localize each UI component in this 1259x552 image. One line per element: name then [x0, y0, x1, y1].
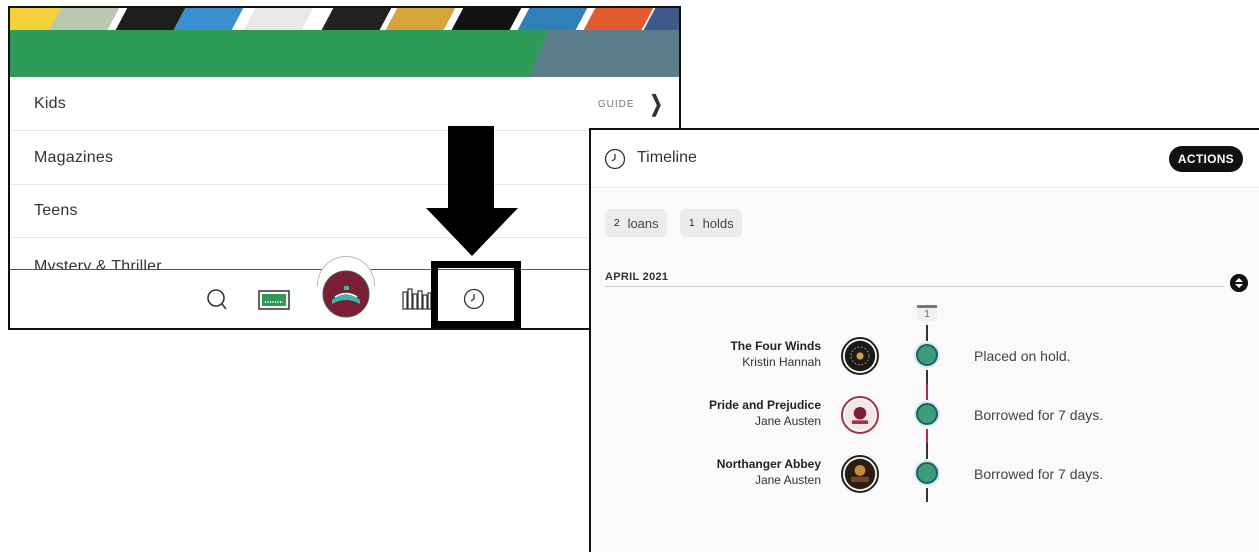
timeline-node	[916, 403, 938, 425]
shelf-icon[interactable]	[402, 286, 432, 310]
cover-thumbnail[interactable]	[319, 8, 395, 30]
event-description: Placed on hold.	[974, 348, 1071, 364]
actions-button[interactable]: ACTIONS	[1168, 146, 1243, 172]
book-title[interactable]: Pride and Prejudice	[709, 398, 821, 412]
loans-icon[interactable]	[258, 289, 290, 311]
timeline-event[interactable]: Northanger Abbey Jane Austen Borrowed fo…	[591, 443, 1259, 509]
day-marker: 1	[917, 305, 937, 321]
timeline-header: Timeline ACTIONS	[591, 130, 1259, 188]
guide-link[interactable]: GUIDE ❯	[598, 77, 665, 131]
book-author[interactable]: Jane Austen	[755, 414, 821, 428]
book-cover-thumbnail[interactable]	[841, 337, 879, 375]
book-title[interactable]: The Four Winds	[730, 339, 821, 353]
loans-label: loans	[627, 215, 659, 231]
menu-item-label: Teens	[34, 201, 78, 219]
loans-filter-chip[interactable]: 2 loans	[605, 209, 667, 237]
menu-item-label: Magazines	[34, 148, 114, 166]
cover-thumbnail[interactable]	[449, 8, 525, 30]
library-home-screen: Kids GUIDE ❯ Magazines Teens Mystery & T…	[8, 6, 681, 330]
cover-thumbnail[interactable]	[171, 8, 247, 30]
timeline-connector	[926, 488, 928, 502]
home-icon[interactable]	[322, 270, 370, 318]
timeline-connector	[926, 429, 928, 443]
search-icon[interactable]	[206, 288, 228, 312]
timeline-node	[916, 462, 938, 484]
timeline-body: 2 loans 1 holds APRIL 2021 1 The Four Wi…	[591, 189, 1259, 552]
cover-thumbnail[interactable]	[383, 8, 459, 30]
bottom-navigation-bar	[10, 256, 679, 328]
clock-icon	[604, 148, 626, 170]
holds-label: holds	[702, 215, 734, 231]
featured-covers-strip[interactable]	[10, 8, 679, 30]
cover-thumbnail[interactable]	[241, 8, 317, 30]
page-title: Timeline	[637, 149, 697, 166]
timeline-connector	[926, 384, 928, 400]
chevron-right-icon: ❯	[649, 91, 663, 116]
timeline-connector	[926, 325, 928, 341]
book-author[interactable]: Jane Austen	[755, 473, 821, 487]
menu-item-label: Kids	[34, 94, 66, 112]
menu-item-kids[interactable]: Kids GUIDE ❯	[10, 77, 679, 131]
loans-count: 2	[614, 217, 620, 229]
timeline-event[interactable]: The Four Winds Kristin Hannah Placed on …	[591, 325, 1259, 391]
event-description: Borrowed for 7 days.	[974, 407, 1104, 423]
book-cover-thumbnail[interactable]	[841, 396, 879, 434]
event-description: Borrowed for 7 days.	[974, 466, 1104, 482]
month-label: APRIL 2021	[605, 271, 669, 283]
down-arrow-annotation	[426, 126, 518, 256]
menu-item-teens[interactable]: Teens	[10, 184, 679, 238]
expand-collapse-icon[interactable]	[1230, 274, 1248, 292]
cover-thumbnail[interactable]	[47, 8, 123, 30]
timeline-event[interactable]: Pride and Prejudice Jane Austen Borrowed…	[591, 384, 1259, 450]
book-cover-thumbnail[interactable]	[841, 455, 879, 493]
timeline-connector	[926, 443, 928, 459]
holds-count: 1	[689, 217, 695, 229]
holds-filter-chip[interactable]: 1 holds	[680, 209, 742, 237]
guide-label: GUIDE	[597, 98, 635, 110]
timeline-connector	[926, 370, 928, 384]
month-section-header: APRIL 2021	[605, 269, 1225, 287]
menu-item-magazines[interactable]: Magazines	[10, 131, 679, 185]
cover-thumbnail[interactable]	[515, 8, 591, 30]
timeline-panel: Timeline ACTIONS 2 loans 1 holds APRIL 2…	[589, 128, 1259, 552]
banner-accent	[529, 30, 679, 77]
book-title[interactable]: Northanger Abbey	[717, 457, 821, 471]
header-banner	[10, 30, 679, 77]
highlight-box-annotation	[431, 261, 521, 328]
book-author[interactable]: Kristin Hannah	[742, 355, 821, 369]
timeline-node	[916, 344, 938, 366]
